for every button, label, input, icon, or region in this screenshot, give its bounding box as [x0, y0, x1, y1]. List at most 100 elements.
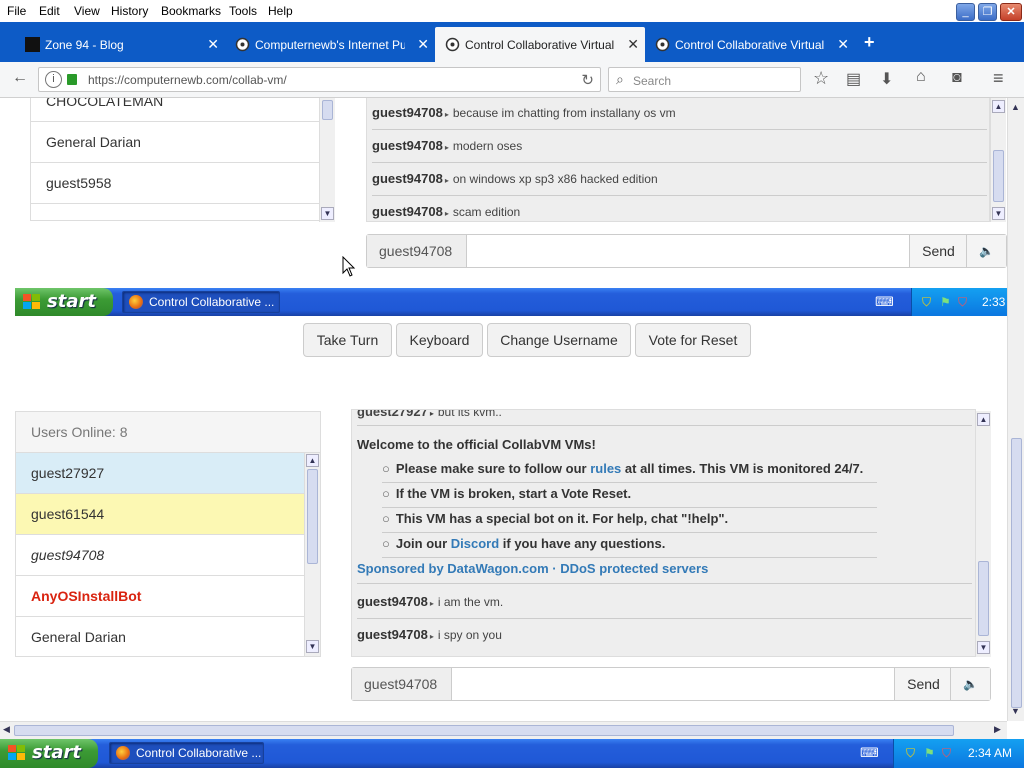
broken-text: If the VM is broken, start a Vote Reset.	[395, 486, 632, 501]
caret-icon: ▸	[444, 209, 449, 218]
tab-label: Computernewb's Internet Pu...	[255, 38, 405, 52]
menu-tools[interactable]: Tools	[229, 4, 257, 18]
keyboard-button[interactable]: Keyboard	[396, 323, 483, 357]
url-text[interactable]: https://computernewb.com/collab-vm/	[88, 73, 287, 87]
users-online-header: Users Online: 8	[16, 412, 320, 453]
search-icon: ⌕	[616, 71, 624, 87]
vm-taskbar-firefox-task[interactable]: Control Collaborative ...	[122, 291, 280, 313]
menu-edit[interactable]: Edit	[39, 4, 60, 18]
firefox-icon	[116, 746, 130, 760]
speaker-icon[interactable]: 🔈	[950, 668, 990, 700]
chat-panel: guest27927 ▸ but its kvm.. Welcome to the …	[351, 409, 976, 657]
take-turn-button[interactable]: Take Turn	[303, 323, 392, 357]
scroll-down-icon[interactable]: ▼	[1011, 706, 1020, 716]
vm-user-list-scrollbar[interactable]: ▼	[319, 98, 335, 222]
close-tab-icon[interactable]: ✕	[207, 36, 219, 53]
menu-bookmarks[interactable]: Bookmarks	[161, 4, 221, 18]
vm-chat-panel: guest94708 ▸ because im chatting from inst…	[366, 98, 990, 222]
vm-start-button[interactable]: start	[15, 288, 113, 316]
chat-username: guest94708	[372, 171, 443, 186]
scroll-down-icon[interactable]: ▼	[992, 207, 1005, 220]
scroll-up-icon[interactable]: ▲	[992, 100, 1005, 113]
star-bookmark-icon[interactable]: ☆	[813, 68, 829, 89]
scroll-up-icon[interactable]: ▲	[306, 454, 319, 467]
chat-input[interactable]	[453, 668, 894, 700]
taskbar-firefox-task[interactable]: Control Collaborative ...	[109, 742, 264, 764]
search-input[interactable]: ⌕ Search	[608, 67, 801, 92]
scroll-up-icon[interactable]: ▲	[1011, 102, 1020, 112]
new-tab-icon[interactable]: +	[864, 32, 875, 53]
caret-icon: ▸	[444, 110, 449, 119]
url-bar[interactable]: i https://computernewb.com/collab-vm/ ↻	[38, 67, 601, 92]
chat-scrollbar[interactable]: ▲ ▼	[975, 411, 991, 657]
menu-view[interactable]: View	[74, 4, 100, 18]
network-icon[interactable]: ⚑	[940, 288, 951, 316]
user-row[interactable]: General Darian	[16, 617, 304, 658]
send-button[interactable]: Send	[909, 235, 967, 267]
page-vertical-scrollbar[interactable]: ▲ ▼	[1007, 98, 1024, 721]
page-horizontal-scrollbar[interactable]: ◀ ▶	[0, 721, 1007, 739]
menu-history[interactable]: History	[111, 4, 148, 18]
firefox-icon	[129, 295, 143, 309]
close-window-button[interactable]: ✕	[1000, 3, 1022, 21]
close-tab-icon[interactable]: ✕	[627, 36, 639, 53]
tab-collabvm-active[interactable]: Control Collaborative Virtual ... ✕	[435, 27, 645, 62]
menu-help[interactable]: Help	[268, 4, 293, 18]
sponsor-link[interactable]: Sponsored by DataWagon.com · DDoS protec…	[357, 561, 972, 584]
download-icon[interactable]: ⬇	[880, 69, 893, 89]
users-scrollbar[interactable]: ▲ ▼	[304, 453, 320, 656]
home-icon[interactable]: ⌂	[916, 68, 926, 86]
bullet-icon: ○	[382, 511, 390, 526]
user-row-admin[interactable]: AnyOSInstallBot	[16, 576, 304, 617]
computernewb-favicon-icon	[655, 37, 670, 52]
user-row-waiting[interactable]: guest61544	[16, 494, 304, 535]
pocket-icon[interactable]: ◙	[952, 69, 962, 87]
back-arrow-icon[interactable]: ←	[12, 69, 28, 87]
user-row-turn[interactable]: guest27927	[16, 453, 304, 494]
minimize-button[interactable]: _	[956, 3, 975, 21]
mouse-cursor-icon	[342, 256, 356, 277]
chat-message: guest94708 ▸ modern oses	[372, 130, 987, 163]
maximize-button[interactable]: ❐	[978, 3, 997, 21]
tab-collabvm-2[interactable]: Control Collaborative Virtual ... ✕	[645, 27, 855, 62]
welcome-rule-item: ○ Join our Discord if you have any questi…	[382, 536, 877, 558]
close-tab-icon[interactable]: ✕	[417, 36, 429, 53]
scroll-up-icon[interactable]: ▲	[977, 413, 990, 426]
vm-chat-scrollbar[interactable]: ▲ ▼	[990, 98, 1006, 222]
chat-username: guest94708	[372, 138, 443, 153]
scroll-right-icon[interactable]: ▶	[994, 724, 1001, 735]
chat-message: guest94708 ▸ i am the vm.	[357, 586, 972, 619]
tab-computernewb[interactable]: Computernewb's Internet Pu... ✕	[225, 27, 435, 62]
scroll-left-icon[interactable]: ◀	[3, 724, 10, 735]
scroll-down-icon[interactable]: ▼	[321, 207, 334, 220]
info-icon[interactable]: i	[45, 71, 62, 88]
reading-list-icon[interactable]: ▤	[846, 69, 861, 89]
security-shield-icon[interactable]: ⛉	[906, 739, 915, 767]
security-shield-icon[interactable]: ⛉	[922, 288, 931, 316]
scroll-down-icon[interactable]: ▼	[977, 641, 990, 654]
send-button[interactable]: Send	[894, 668, 952, 700]
alert-shield-icon[interactable]: ⛉	[942, 739, 951, 767]
caret-icon: ▸	[429, 599, 434, 608]
reload-icon[interactable]: ↻	[581, 71, 594, 89]
alert-shield-icon[interactable]: ⛉	[958, 288, 967, 316]
close-tab-icon[interactable]: ✕	[837, 36, 849, 53]
keyboard-icon[interactable]: ⌨	[875, 294, 894, 310]
list-item: guest5958	[31, 163, 320, 204]
user-row-self[interactable]: guest94708	[16, 535, 304, 576]
hamburger-menu-icon[interactable]: ≡	[993, 68, 1004, 89]
discord-text-post: if you have any questions.	[499, 536, 666, 551]
speaker-icon[interactable]: 🔈	[966, 235, 1006, 267]
change-username-button[interactable]: Change Username	[487, 323, 631, 357]
keyboard-icon[interactable]: ⌨	[860, 745, 879, 761]
start-button[interactable]: start	[0, 739, 98, 768]
menu-file[interactable]: File	[7, 4, 26, 18]
username-label: guest94708	[367, 235, 467, 267]
welcome-rule-item: ○ If the VM is broken, start a Vote Reset…	[382, 486, 877, 508]
rules-link[interactable]: rules	[590, 461, 621, 476]
tab-zone94-blog[interactable]: Zone 94 - Blog ✕	[15, 27, 225, 62]
vote-reset-button[interactable]: Vote for Reset	[635, 323, 751, 357]
scroll-down-icon[interactable]: ▼	[306, 640, 319, 653]
network-icon[interactable]: ⚑	[924, 739, 935, 767]
discord-link[interactable]: Discord	[451, 536, 499, 551]
